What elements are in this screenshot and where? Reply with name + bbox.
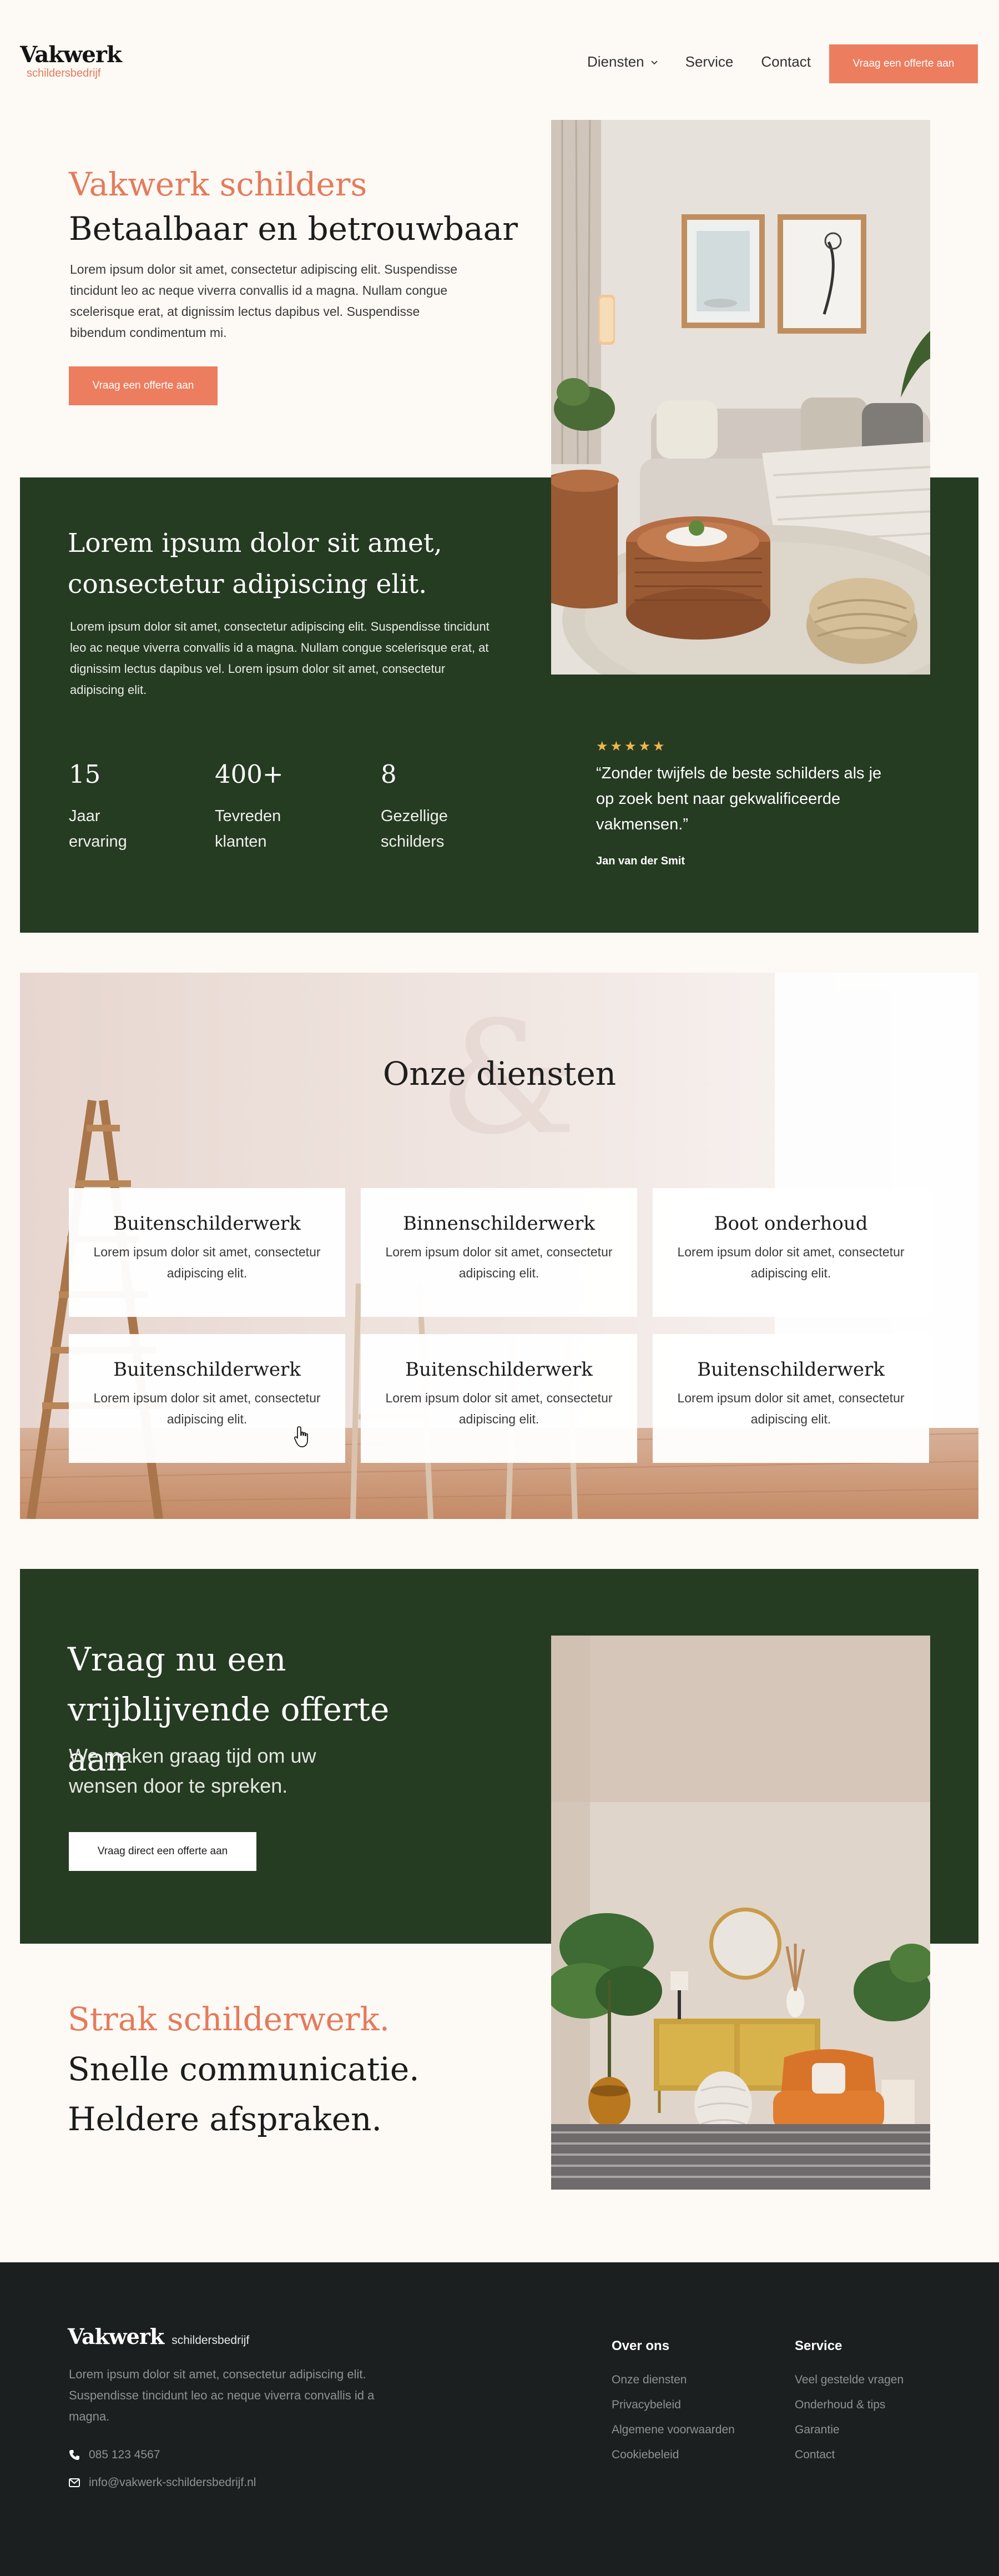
footer-logo[interactable]: Vakwerk schildersbedrijf [68,2324,249,2349]
about-text: Lorem ipsum dolor sit amet, consectetur … [70,620,490,697]
services-title: Onze diensten [382,1055,617,1093]
footer-column-title: Service [795,2338,842,2353]
testimonial-quote: “Zonder twijfels de beste schilders als … [596,764,882,833]
stat-value: 15 [69,759,101,789]
nav-item-diensten[interactable]: Diensten [587,53,658,71]
footer-link[interactable]: Onze diensten [612,2367,735,2392]
service-card[interactable]: Binnenschilderwerk Lorem ipsum dolor sit… [361,1188,637,1317]
stat-label-line: Jaar [69,807,100,825]
service-card-text: Lorem ipsum dolor sit amet, consectetur … [677,1245,905,1280]
tagline-line: Snelle communicatie. [68,2050,420,2088]
nav-item-contact[interactable]: Contact [761,53,811,71]
nav-item-service[interactable]: Service [685,53,734,71]
footer-link[interactable]: Privacybeleid [612,2392,735,2417]
footer-links-over-ons: Onze diensten Privacybeleid Algemene voo… [612,2367,735,2467]
stat-experience: 15 Jaar ervaring [69,758,127,854]
star-rating: ★★★★★ [596,739,667,754]
stat-label-line: ervaring [69,833,127,851]
service-card-title[interactable]: Buitenschilderwerk [69,1357,345,1382]
logo[interactable]: Vakwerk schildersbedrijf [20,43,122,80]
service-card-text: Lorem ipsum dolor sit amet, consectetur … [93,1245,321,1280]
footer-email[interactable]: info@vakwerk-schildersbedrijf.nl [69,2476,256,2489]
phone-icon [69,2450,79,2460]
nav-item-label[interactable]: Service [685,53,734,71]
service-card[interactable]: Buitenschilderwerk Lorem ipsum dolor sit… [69,1188,345,1317]
service-card-title[interactable]: Buitenschilderwerk [69,1211,345,1236]
main-nav: Diensten Service Contact [587,53,839,71]
quote-cta-button[interactable]: Vraag direct een offerte aan [69,1832,256,1871]
interior-room-image [551,1636,930,2190]
footer-link[interactable]: Garantie [795,2417,904,2442]
tagline-accent: Strak schilderwerk. [68,2000,390,2038]
stat-value: 8 [381,759,397,789]
service-card-text: Lorem ipsum dolor sit amet, consectetur … [385,1245,613,1280]
footer-links-service: Veel gestelde vragen Onderhoud & tips Ga… [795,2367,904,2467]
footer-text: Lorem ipsum dolor sit amet, consectetur … [69,2367,375,2423]
stat-label: Tevreden klanten [215,803,284,854]
nav-item-label[interactable]: Diensten [587,53,644,71]
service-card-title[interactable]: Binnenschilderwerk [361,1211,637,1236]
hero-quote-button[interactable]: Vraag een offerte aan [69,366,218,405]
mail-icon [69,2478,80,2487]
footer-link[interactable]: Onderhoud & tips [795,2392,904,2417]
service-card-title[interactable]: Boot onderhoud [653,1211,929,1236]
logo-wordmark[interactable]: Vakwerk [20,43,122,67]
footer-logo-wordmark[interactable]: Vakwerk [68,2324,164,2349]
tagline-line: Heldere afspraken. [68,2100,382,2138]
stat-label-line: Gezellige [381,807,448,825]
quote-cta-subtitle: We maken graag tijd om uw wensen door te… [69,1744,316,1797]
service-card-text: Lorem ipsum dolor sit amet, consectetur … [677,1391,905,1426]
living-room-image [551,120,930,675]
site-header: Vakwerk schildersbedrijf Diensten Servic… [0,0,999,111]
stat-painters: 8 Gezellige schilders [381,758,448,854]
stat-label: Jaar ervaring [69,803,127,854]
service-card[interactable]: Boot onderhoud Lorem ipsum dolor sit ame… [653,1188,929,1317]
stat-customers: 400+ Tevreden klanten [215,758,284,854]
tagline: Strak schilderwerk. Snelle communicatie.… [68,1994,420,2144]
footer-link[interactable]: Contact [795,2442,904,2467]
hero-title-main: Betaalbaar en betrouwbaar [69,210,518,248]
service-card-title[interactable]: Buitenschilderwerk [653,1357,929,1382]
footer-email-text[interactable]: info@vakwerk-schildersbedrijf.nl [89,2476,256,2489]
service-card[interactable]: Buitenschilderwerk Lorem ipsum dolor sit… [361,1334,637,1463]
service-card-text: Lorem ipsum dolor sit amet, consectetur … [93,1391,321,1426]
stat-label-line: Tevreden [215,807,281,825]
footer-phone[interactable]: 085 123 4567 [69,2448,160,2462]
stat-label-line: klanten [215,833,267,851]
header-quote-button[interactable]: Vraag een offerte aan [829,44,978,83]
footer-link[interactable]: Veel gestelde vragen [795,2367,904,2392]
hand-cursor-icon [294,1426,311,1451]
footer-phone-text[interactable]: 085 123 4567 [89,2448,160,2462]
service-card-text: Lorem ipsum dolor sit amet, consectetur … [385,1391,613,1426]
footer-logo-subtitle[interactable]: schildersbedrijf [171,2334,249,2347]
testimonial-author: Jan van der Smit [596,855,685,867]
footer-link[interactable]: Cookiebeleid [612,2442,735,2467]
chevron-down-icon[interactable] [650,58,658,67]
nav-item-label[interactable]: Contact [761,53,811,71]
stat-value: 400+ [215,759,284,789]
stat-label: Gezellige schilders [381,803,448,854]
about-title: Lorem ipsum dolor sit amet, consectetur … [68,528,442,600]
service-card-title[interactable]: Buitenschilderwerk [361,1357,637,1382]
footer-column-title: Over ons [612,2338,670,2353]
hero-text: Lorem ipsum dolor sit amet, consectetur … [70,262,458,340]
service-card[interactable]: Buitenschilderwerk Lorem ipsum dolor sit… [653,1334,929,1463]
footer-link[interactable]: Algemene voorwaarden [612,2417,735,2442]
hero-title-accent: Vakwerk schilders [69,165,367,203]
hero-title: Vakwerk schilders Betaalbaar en betrouwb… [69,162,518,251]
stat-label-line: schilders [381,833,445,851]
logo-subtitle[interactable]: schildersbedrijf [27,67,122,80]
